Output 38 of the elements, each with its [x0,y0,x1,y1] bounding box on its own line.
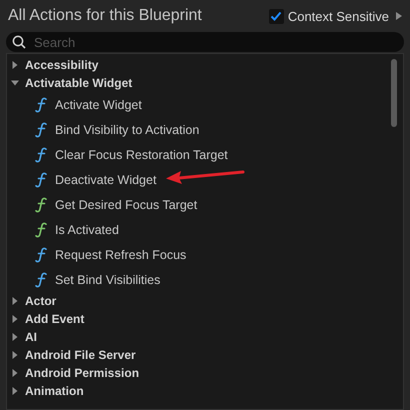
category-label[interactable]: Android File Server [25,348,136,362]
expander-icon[interactable] [11,79,19,87]
expander-icon[interactable] [11,61,19,69]
category-item[interactable]: Actor [7,292,403,310]
expander-icon[interactable] [11,333,19,341]
category-item[interactable]: Add Event [7,310,403,328]
checkbox[interactable] [268,8,284,24]
category-label[interactable]: Add Event [25,312,84,326]
category-label[interactable]: Accessibility [25,58,98,72]
panel-title: All Actions for this Blueprint [8,7,202,25]
function-item[interactable]: Set Bind Visibilities [55,272,160,286]
category-item[interactable]: Animation [7,382,403,400]
category-item[interactable]: AI [7,328,403,346]
expander-icon[interactable] [11,297,19,305]
category-label[interactable]: Activatable Widget [25,76,132,90]
category-label[interactable]: Android Permission [25,366,140,380]
expander-icon[interactable] [11,387,19,395]
checkbox-label[interactable]: Context Sensitive [288,8,389,24]
function-item[interactable]: Clear Focus Restoration Target [55,148,228,162]
function-item[interactable]: Activate Widget [55,98,142,112]
expand-arrow-icon[interactable] [396,11,402,21]
function-item[interactable]: Get Desired Focus Target [55,198,198,212]
category-label[interactable]: Actor [25,294,56,308]
expander-icon[interactable] [11,369,19,377]
function-item[interactable]: Is Activated [55,222,119,236]
category-label[interactable]: Animation [25,384,84,398]
expander-icon[interactable] [11,351,19,359]
category-item[interactable]: Android File Server [7,346,403,364]
function-item[interactable]: Deactivate Widget [55,172,156,186]
category-item[interactable]: Android Permission [7,364,403,382]
scrollbar[interactable] [391,59,397,127]
expander-icon[interactable] [11,315,19,323]
category-item[interactable]: Accessibility [7,56,403,74]
search-field[interactable]: Search [6,32,404,52]
category-item[interactable]: Activatable Widget [7,74,403,92]
category-label[interactable]: AI [25,330,37,344]
function-item[interactable]: Request Refresh Focus [55,248,186,262]
function-item[interactable]: Bind Visibility to Activation [55,122,200,136]
